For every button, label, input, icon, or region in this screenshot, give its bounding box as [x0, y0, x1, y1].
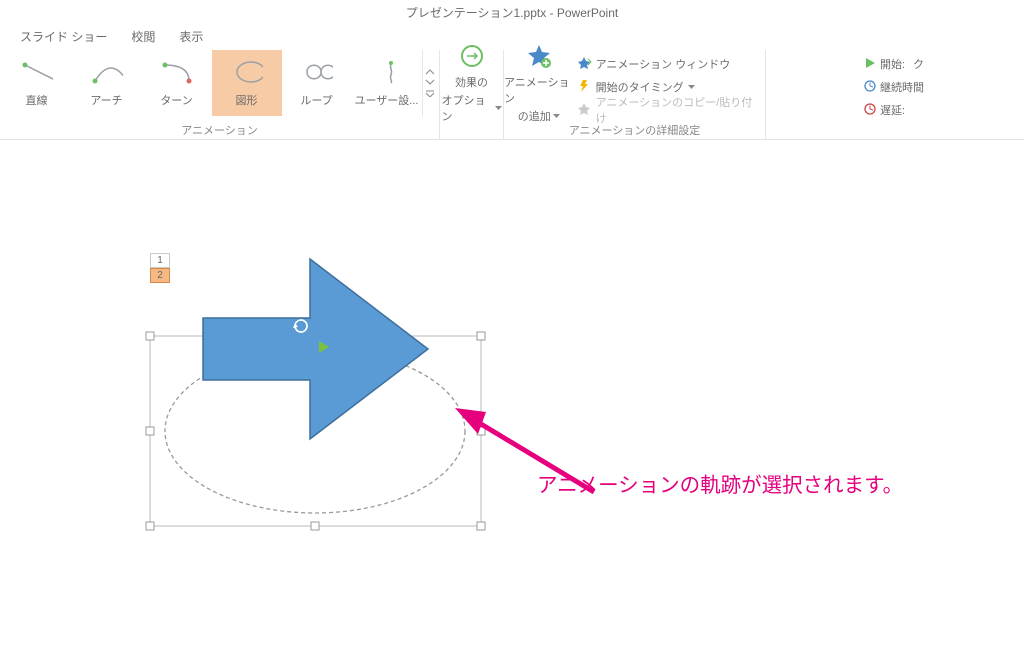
custom-path-icon — [371, 58, 403, 86]
timing-start-label: 開始: — [880, 56, 905, 72]
add-animation-button[interactable]: アニメーション の追加 — [504, 50, 574, 116]
arch-path-icon — [91, 58, 123, 86]
timing-delay-label: 遅延: — [880, 102, 905, 118]
chevron-up-icon — [425, 69, 435, 75]
title-bar-text: プレゼンテーション1.pptx - PowerPoint — [406, 4, 618, 21]
ribbon: 直線 アーチ ターン 図形 — [0, 48, 1024, 140]
arrow-shape[interactable] — [203, 259, 428, 439]
anim-label: 直線 — [26, 92, 48, 108]
play-icon — [864, 57, 876, 72]
slide-canvas[interactable]: 1 2 — [0, 146, 1024, 655]
chevron-down-icon — [495, 106, 502, 110]
animation-painter-button: アニメーションのコピー/貼り付け — [576, 100, 757, 120]
add-anim-label-2: の追加 — [518, 108, 551, 124]
anim-path-turn[interactable]: ターン — [142, 50, 212, 116]
clock-icon — [864, 80, 876, 95]
tab-review[interactable]: 校閲 — [119, 26, 167, 47]
timing-delay-row[interactable]: 遅延: — [864, 100, 924, 120]
more-icon — [425, 89, 435, 97]
animation-pane-icon — [576, 56, 592, 73]
anim-path-loop[interactable]: ループ — [282, 50, 352, 116]
ribbon-tabs: スライド ショー 校閲 表示 — [0, 24, 1024, 48]
gallery-more-button[interactable] — [422, 50, 438, 116]
effect-options-icon — [459, 43, 485, 72]
anim-path-custom[interactable]: ユーザー設... — [352, 50, 422, 116]
trigger-icon — [576, 79, 592, 96]
anim-path-line[interactable]: 直線 — [2, 50, 72, 116]
effect-options-label-2: オプション — [442, 92, 493, 124]
chevron-down-icon — [688, 85, 695, 89]
timing-start-row[interactable]: 開始: ク — [864, 54, 924, 74]
chevron-down-icon — [553, 114, 560, 118]
timing-duration-row[interactable]: 継続時間 — [864, 77, 924, 97]
effect-options-label-1: 効果の — [455, 74, 488, 90]
slide-svg — [0, 146, 1024, 655]
group-label-advanced: アニメーションの詳細設定 — [569, 122, 701, 138]
anim-label: 図形 — [236, 92, 258, 108]
anim-path-arch[interactable]: アーチ — [72, 50, 142, 116]
anim-label: ユーザー設... — [355, 92, 419, 108]
turn-path-icon — [161, 58, 193, 86]
tab-slideshow[interactable]: スライド ショー — [8, 26, 119, 47]
anim-path-shape[interactable]: 図形 — [212, 50, 282, 116]
chevron-down-icon — [425, 79, 435, 85]
timing-start-value: ク — [913, 56, 924, 72]
delay-icon — [864, 103, 876, 118]
animation-painter-icon — [576, 102, 592, 119]
line-path-icon — [21, 58, 53, 86]
animation-gallery: 直線 アーチ ターン 図形 — [2, 50, 438, 116]
animation-pane-button[interactable]: アニメーション ウィンドウ — [576, 54, 757, 74]
trigger-label: 開始のタイミング — [596, 79, 684, 95]
loop-path-icon — [301, 58, 333, 86]
shape-path-icon — [231, 58, 263, 86]
effect-options-button[interactable]: 効果の オプション — [442, 50, 502, 116]
tab-view[interactable]: 表示 — [167, 26, 215, 47]
annotation-text: アニメーションの軌跡が選択されます。 — [537, 468, 903, 498]
add-animation-icon — [526, 43, 552, 72]
timing-duration-label: 継続時間 — [880, 79, 924, 95]
add-anim-label-1: アニメーション — [504, 74, 574, 106]
anim-label: アーチ — [90, 92, 122, 108]
anim-label: ターン — [160, 92, 192, 108]
animation-pane-label: アニメーション ウィンドウ — [596, 56, 731, 72]
group-label-animation: アニメーション — [181, 122, 258, 138]
anim-label: ループ — [300, 92, 332, 108]
